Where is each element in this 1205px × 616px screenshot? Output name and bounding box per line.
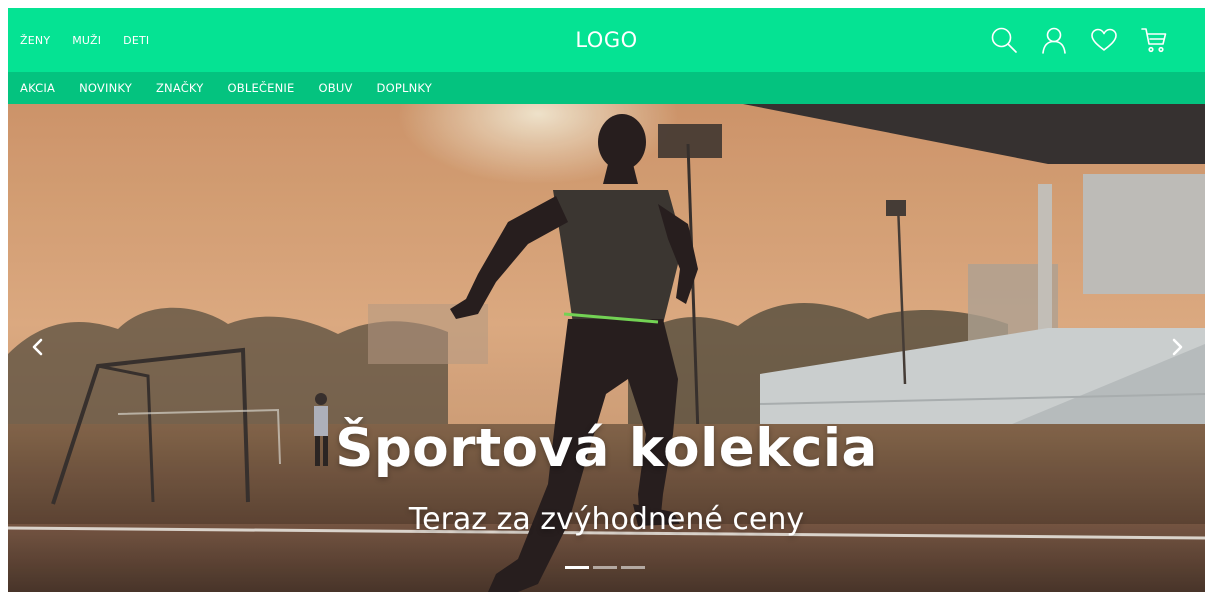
page-frame: ŽENY MUŽI DETI LOGO AKCIA NOVINKY ZNAČKY…: [8, 8, 1205, 592]
hero-subtitle: Teraz za zvýhodnené ceny: [408, 502, 805, 537]
category-link-akcia[interactable]: AKCIA: [20, 81, 55, 95]
category-link-doplnky[interactable]: DOPLNKY: [377, 81, 432, 95]
category-link-znacky[interactable]: ZNAČKY: [156, 81, 204, 95]
hero-carousel: Športová kolekcia Teraz za zvýhodnené ce…: [8, 104, 1205, 592]
search-icon[interactable]: [989, 25, 1019, 55]
hero-title: Športová kolekcia: [335, 418, 878, 479]
top-header: ŽENY MUŽI DETI LOGO: [8, 8, 1205, 72]
header-actions: [969, 25, 1169, 55]
category-link-obuv[interactable]: OBUV: [318, 81, 352, 95]
category-link-novinky[interactable]: NOVINKY: [79, 81, 132, 95]
carousel-indicators: [565, 566, 649, 569]
category-link-oblecenie[interactable]: OBLEČENIE: [228, 81, 295, 95]
chevron-right-icon[interactable]: [1166, 336, 1188, 358]
chevron-left-icon[interactable]: [27, 336, 49, 358]
carousel-indicator-1[interactable]: [565, 566, 589, 569]
carousel-indicator-3[interactable]: [621, 566, 645, 569]
category-nav: AKCIA NOVINKY ZNAČKY OBLEČENIE OBUV DOPL…: [8, 72, 1205, 104]
user-icon[interactable]: [1039, 25, 1069, 55]
carousel-indicator-2[interactable]: [593, 566, 617, 569]
cart-icon[interactable]: [1139, 25, 1169, 55]
heart-icon[interactable]: [1089, 25, 1119, 55]
